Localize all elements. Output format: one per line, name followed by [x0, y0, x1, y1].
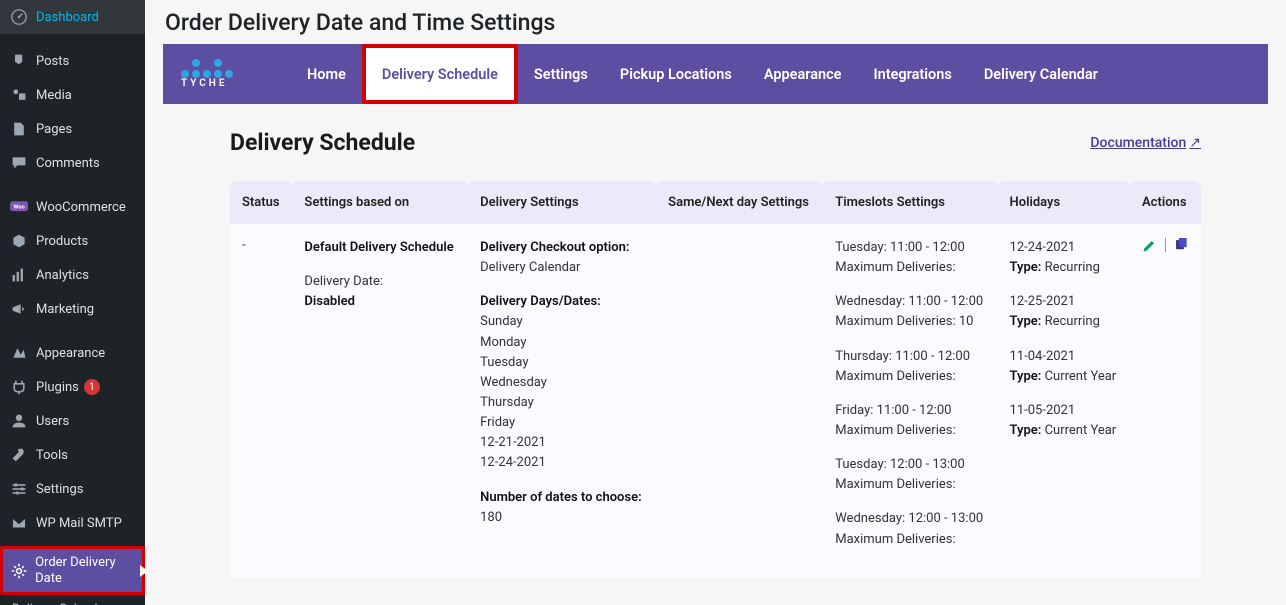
dashboard-icon — [10, 8, 28, 26]
main-content: Order Delivery Date and Time Settings TY… — [145, 0, 1286, 605]
sidebar-item-pages[interactable]: Pages — [0, 112, 145, 146]
plugin-nav: TYCHE Home Delivery Schedule Settings Pi… — [163, 44, 1268, 104]
sidebar-item-label: Products — [36, 234, 88, 249]
tools-icon — [10, 446, 28, 464]
admin-sidebar: Dashboard Posts Media Pages Comments Woo… — [0, 0, 145, 605]
cell-delivery-settings: Delivery Checkout option: Delivery Calen… — [468, 224, 656, 578]
sidebar-item-media[interactable]: Media — [0, 78, 145, 112]
gear-icon — [11, 562, 27, 580]
plugins-update-badge: 1 — [84, 379, 100, 395]
comment-icon — [10, 154, 28, 172]
sidebar-item-label: Analytics — [36, 268, 89, 283]
edit-icon[interactable] — [1142, 238, 1157, 253]
pin-icon — [10, 52, 28, 70]
table-row: - Default Delivery Schedule Delivery Dat… — [230, 224, 1201, 578]
external-link-icon: ↗ — [1189, 135, 1201, 151]
sidebar-item-label: Appearance — [36, 346, 105, 361]
sidebar-item-products[interactable]: Products — [0, 224, 145, 258]
sidebar-item-posts[interactable]: Posts — [0, 44, 145, 78]
tab-settings[interactable]: Settings — [518, 44, 604, 104]
sidebar-item-label: Settings — [36, 482, 83, 497]
sidebar-item-dashboard[interactable]: Dashboard — [0, 0, 145, 34]
sidebar-item-label: Pages — [36, 122, 72, 137]
cell-holidays: 12-24-2021Type: Recurring 12-25-2021Type… — [998, 224, 1130, 578]
sidebar-item-label: Posts — [36, 54, 69, 69]
settings-icon — [10, 480, 28, 498]
documentation-link[interactable]: Documentation↗ — [1090, 135, 1201, 151]
tab-home[interactable]: Home — [291, 44, 362, 104]
plugins-icon — [10, 378, 28, 396]
cell-actions — [1130, 224, 1201, 578]
col-status: Status — [230, 181, 292, 224]
marketing-icon — [10, 300, 28, 318]
users-icon — [10, 412, 28, 430]
tab-delivery-schedule[interactable]: Delivery Schedule — [362, 44, 518, 104]
products-icon — [10, 232, 28, 250]
sidebar-item-plugins[interactable]: Plugins 1 — [0, 370, 145, 404]
sidebar-sub-delivery-calendar[interactable]: Delivery Calendar — [0, 595, 145, 605]
sidebar-item-woocommerce[interactable]: Woo WooCommerce — [0, 190, 145, 224]
action-divider — [1165, 238, 1166, 252]
appearance-icon — [10, 344, 28, 362]
section-title: Delivery Schedule — [230, 129, 415, 156]
col-same-next: Same/Next day Settings — [656, 181, 823, 224]
tab-integrations[interactable]: Integrations — [857, 44, 967, 104]
sidebar-item-order-delivery-date[interactable]: Order Delivery Date — [0, 546, 145, 595]
page-icon — [10, 120, 28, 138]
sidebar-item-wp-mail-smtp[interactable]: WP Mail SMTP — [0, 506, 145, 540]
sidebar-item-label: Users — [36, 414, 69, 429]
col-actions: Actions — [1130, 181, 1201, 224]
col-timeslots: Timeslots Settings — [823, 181, 997, 224]
table-header: Status Settings based on Delivery Settin… — [230, 181, 1201, 224]
woo-icon: Woo — [10, 198, 28, 216]
sidebar-item-label: Order Delivery Date — [35, 555, 134, 586]
page-title: Order Delivery Date and Time Settings — [145, 0, 1286, 44]
sidebar-item-marketing[interactable]: Marketing — [0, 292, 145, 326]
mail-icon — [10, 514, 28, 532]
tab-delivery-calendar[interactable]: Delivery Calendar — [968, 44, 1114, 104]
sidebar-item-tools[interactable]: Tools — [0, 438, 145, 472]
cell-same-next — [656, 224, 823, 578]
sidebar-item-label: WooCommerce — [36, 200, 126, 215]
sidebar-item-label: Marketing — [36, 302, 94, 317]
cell-timeslots: Tuesday: 11:00 - 12:00Maximum Deliveries… — [823, 224, 997, 578]
sidebar-item-label: Tools — [36, 448, 68, 463]
svg-text:Woo: Woo — [13, 205, 25, 211]
copy-icon[interactable] — [1174, 238, 1188, 252]
sidebar-item-analytics[interactable]: Analytics — [0, 258, 145, 292]
col-delivery-settings: Delivery Settings — [468, 181, 656, 224]
sidebar-item-label: Comments — [36, 156, 100, 171]
schedule-table: Status Settings based on Delivery Settin… — [230, 181, 1201, 578]
tab-appearance[interactable]: Appearance — [748, 44, 858, 104]
tab-pickup-locations[interactable]: Pickup Locations — [604, 44, 748, 104]
sidebar-item-appearance[interactable]: Appearance — [0, 336, 145, 370]
sidebar-item-comments[interactable]: Comments — [0, 146, 145, 180]
analytics-icon — [10, 266, 28, 284]
col-holidays: Holidays — [998, 181, 1130, 224]
content-section: Delivery Schedule Documentation↗ Status … — [230, 129, 1201, 578]
sidebar-item-label: Dashboard — [36, 10, 99, 25]
sidebar-item-label: WP Mail SMTP — [36, 516, 122, 531]
media-icon — [10, 86, 28, 104]
cell-status: - — [230, 224, 292, 578]
sidebar-item-settings[interactable]: Settings — [0, 472, 145, 506]
sidebar-item-label: Media — [36, 88, 72, 103]
sidebar-item-users[interactable]: Users — [0, 404, 145, 438]
col-settings-based: Settings based on — [292, 181, 468, 224]
cell-settings-based: Default Delivery Schedule Delivery Date:… — [292, 224, 468, 578]
tyche-logo: TYCHE — [181, 59, 261, 89]
sidebar-item-label: Plugins — [36, 380, 79, 395]
